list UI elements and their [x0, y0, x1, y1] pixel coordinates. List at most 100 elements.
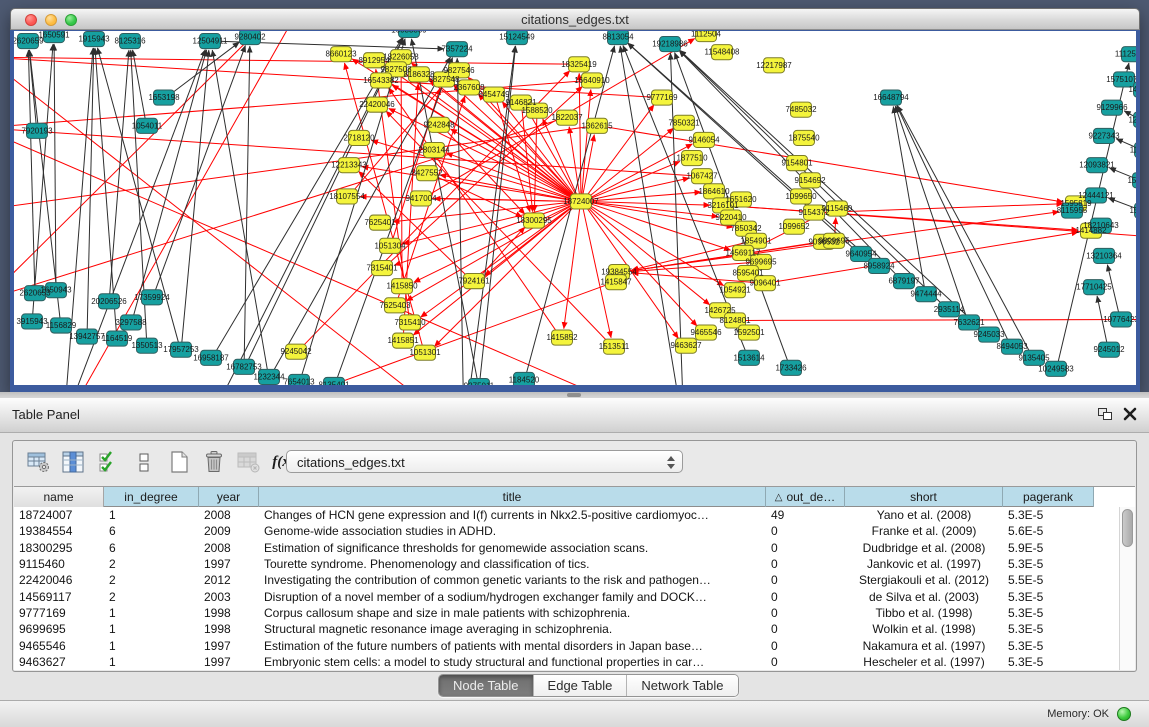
graph-node-label: 1650943 [40, 286, 72, 295]
cell-title: Structural magnetic resonance image aver… [259, 622, 766, 636]
graph-node-label: 1650591 [38, 31, 70, 40]
cell-out_de: 0 [766, 622, 845, 636]
column-header-in_degree[interactable]: in_degree [104, 487, 199, 507]
graph-node-label: 10776423 [1103, 315, 1136, 324]
scrollbar-thumb[interactable] [1122, 509, 1133, 547]
graph-node-label: 16543382 [363, 76, 399, 85]
graph-node-label: 1112504 [691, 31, 721, 39]
graph-node-label: 15751074 [1106, 75, 1136, 84]
cell-in_degree: 1 [104, 639, 199, 653]
cell-short: Hescheler et al. (1997) [845, 655, 1003, 669]
table-row[interactable]: 946554611997Estimation of the future num… [14, 637, 1135, 653]
graph-node-label: 1877510 [676, 154, 708, 163]
table-toolbar: f(x) [25, 446, 297, 478]
table-row[interactable]: 1872400712008Changes of HCN gene express… [14, 507, 1135, 523]
cell-pagerank: 5.6E-5 [1003, 524, 1094, 538]
graph-edge [526, 46, 614, 373]
graph-node-label: 8427552 [411, 169, 443, 178]
graph-node-label: 9245033 [973, 330, 1005, 339]
table-row[interactable]: 1938455462009Genome-wide association stu… [14, 523, 1135, 539]
graph-node-label: 1651620 [725, 195, 757, 204]
column-header-year[interactable]: year [199, 487, 259, 507]
graph-node-label: 18325419 [561, 60, 597, 69]
graph-edge [823, 204, 1063, 213]
cell-title: Corpus callosum shape and size in male p… [259, 606, 766, 620]
graph-node-label: 8115955 [1057, 206, 1088, 215]
cell-short: Dudbridge et al. (2008) [845, 541, 1003, 555]
graph-node-label: 1415850 [386, 282, 418, 291]
graph-edge [133, 50, 146, 119]
cell-in_degree: 6 [104, 524, 199, 538]
graph-node-label: 20206526 [91, 297, 127, 306]
pane-resize-handle[interactable] [567, 393, 581, 397]
graph-node-label: 16033809 [391, 31, 427, 35]
graph-node-label: 17710425 [1076, 283, 1112, 292]
cell-in_degree: 2 [104, 573, 199, 587]
network-graph: 1872400786601238912954182260589827508165… [14, 31, 1136, 385]
cell-in_degree: 2 [104, 590, 199, 604]
cell-title: Estimation of the future numbers of pati… [259, 639, 766, 653]
tab-node-table[interactable]: Node Table [439, 675, 534, 696]
window-title: citations_edges.txt [11, 12, 1139, 27]
desktop-backdrop: citations_edges.txt 18724007866012389129… [0, 0, 1149, 396]
delete-table-button[interactable] [200, 449, 227, 475]
graph-edge [95, 48, 116, 331]
cell-title: Disruption of a novel member of a sodium… [259, 590, 766, 604]
table-row[interactable]: 911546021997Tourette syndrome. Phenomeno… [14, 556, 1135, 572]
table-row[interactable]: 946362711997Embryonic stem cells: a mode… [14, 654, 1135, 670]
new-table-button[interactable] [165, 449, 192, 475]
graph-node-label: 1653198 [148, 93, 180, 102]
graph-node-label: 9096401 [749, 279, 781, 288]
network-window-titlebar[interactable]: citations_edges.txt [10, 8, 1140, 30]
graph-node-label: 1415852 [546, 333, 578, 342]
graph-node-label: 18107554 [329, 192, 365, 201]
row-height-button[interactable] [130, 449, 157, 475]
table-row[interactable]: 977716911998Corpus callosum shape and si… [14, 605, 1135, 621]
table-row[interactable]: 1830029562008Estimation of significance … [14, 540, 1135, 556]
graph-node-label: 1915943 [78, 35, 110, 44]
column-header-pagerank[interactable]: pagerank [1003, 487, 1094, 507]
network-canvas[interactable]: 1872400786601238912954182260589827508165… [10, 30, 1140, 392]
graph-node-label: 18724007 [563, 197, 599, 206]
column-header-out_de[interactable]: △out_de… [766, 487, 845, 507]
graph-node-label: 9417004 [405, 194, 437, 203]
select-rows-button[interactable] [95, 449, 122, 475]
graph-node-label: 2718120 [343, 133, 375, 142]
table-selector-dropdown[interactable]: citations_edges.txt [286, 450, 683, 473]
graph-node-label: 1513511 [599, 342, 630, 351]
tab-edge-table[interactable]: Edge Table [534, 675, 628, 696]
tab-network-table[interactable]: Network Table [627, 675, 737, 696]
show-columns-button[interactable] [60, 449, 87, 475]
cell-year: 1997 [199, 639, 259, 653]
delete-table-icon [202, 450, 225, 474]
graph-node-label: 9227343 [1088, 131, 1120, 140]
cell-year: 2009 [199, 524, 259, 538]
graph-node-label: 19384554 [601, 268, 637, 277]
cell-title: Tourette syndrome. Phenomenology and cla… [259, 557, 766, 571]
column-header-title[interactable]: title [259, 487, 766, 507]
table-row[interactable]: 969969511998Structural magnetic resonanc… [14, 621, 1135, 637]
table-row[interactable]: 2242004622012Investigating the contribut… [14, 572, 1135, 588]
column-header-label: short [910, 490, 937, 504]
graph-edge [155, 46, 245, 291]
column-header-short[interactable]: short [845, 487, 1003, 507]
table-settings-button[interactable] [25, 449, 52, 475]
vertical-scrollbar[interactable] [1119, 507, 1135, 670]
graph-node-label: 8813054 [602, 33, 634, 42]
float-panel-button[interactable] [1098, 408, 1113, 421]
close-panel-button[interactable] [1123, 407, 1137, 421]
cell-in_degree: 2 [104, 557, 199, 571]
graph-edge [434, 199, 572, 202]
table-row[interactable]: 1456911722003Disruption of a novel membe… [14, 588, 1135, 604]
cell-year: 1997 [199, 557, 259, 571]
memory-status-indicator[interactable] [1117, 707, 1131, 721]
graph-node-label: 19218986 [652, 40, 688, 49]
cell-out_de: 0 [766, 590, 845, 604]
graph-edge [587, 206, 697, 326]
cell-title: Estimation of significance thresholds fo… [259, 541, 766, 555]
column-header-name[interactable]: name [14, 487, 104, 507]
import-table-button[interactable] [235, 449, 262, 475]
cell-year: 2008 [199, 541, 259, 555]
graph-node-label: 9640954 [845, 249, 877, 258]
graph-node-label: 9242848 [423, 120, 455, 129]
